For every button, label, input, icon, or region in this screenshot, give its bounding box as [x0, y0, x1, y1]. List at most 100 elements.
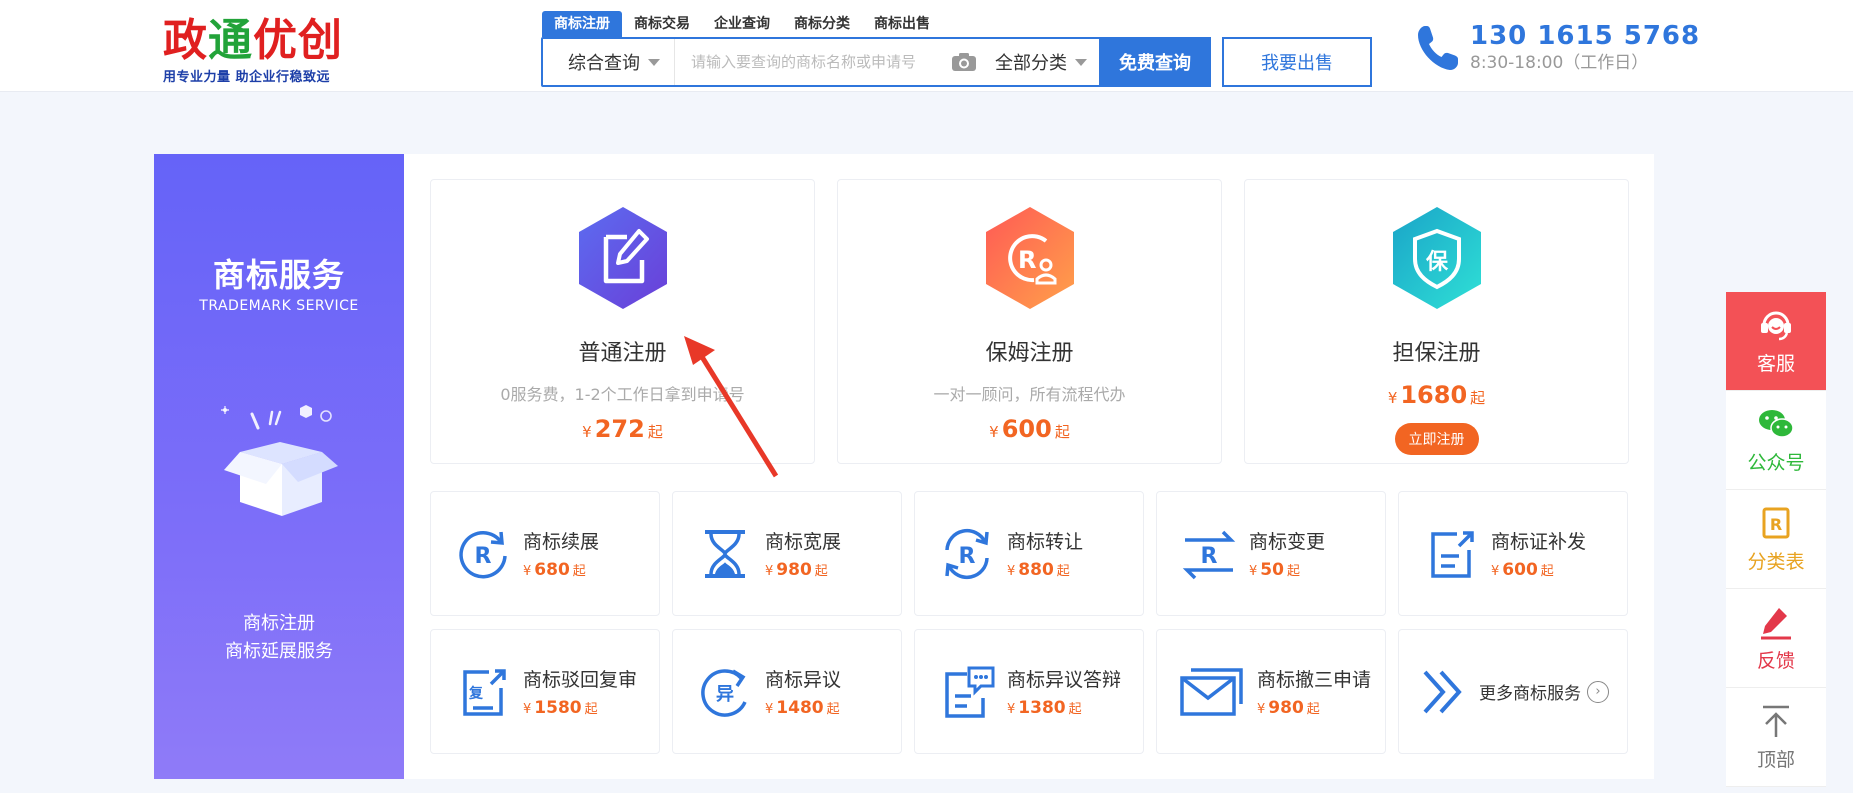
tile-text: 商标变更 ¥50 起: [1249, 527, 1325, 580]
transfer-r-icon: R: [945, 528, 989, 579]
customer-service-button[interactable]: 客服: [1726, 292, 1826, 391]
price-value: 1480: [776, 698, 824, 718]
card-title: 普通注册: [578, 341, 667, 366]
tile-text: 商标续展 ¥680 起: [523, 527, 599, 580]
feedback-button[interactable]: 反馈: [1726, 589, 1826, 688]
service-tile[interactable]: R 商标续展 ¥680 起: [430, 491, 660, 616]
more-services-tile[interactable]: 更多商标服务 ›: [1398, 629, 1628, 754]
service-tile[interactable]: 商标宽展 ¥980 起: [672, 491, 902, 616]
search-scope-select[interactable]: 综合查询: [543, 39, 675, 85]
chevron-down-icon: [1075, 58, 1087, 66]
search-scope-label: 综合查询: [568, 53, 640, 74]
phone-icon: [1418, 26, 1458, 70]
card-title: 保姆注册: [985, 341, 1074, 366]
shield-hexagon-icon: 保: [1392, 207, 1481, 309]
wechat-icon: [1759, 409, 1794, 438]
service-tile[interactable]: 商标证补发 ¥600 起: [1398, 491, 1628, 616]
svg-text:R: R: [475, 544, 492, 569]
pen-icon: [1761, 607, 1791, 639]
wechat-button[interactable]: 公众号: [1726, 391, 1826, 490]
panel-subtitle: TRADEMARK SERVICE: [199, 298, 359, 314]
chevron-down-icon: [648, 58, 660, 66]
search-input[interactable]: [675, 39, 951, 85]
objection-icon: 异: [701, 668, 747, 717]
yen-symbol: ¥: [1387, 389, 1398, 407]
tab-trademark-register[interactable]: 商标注册: [542, 11, 622, 37]
price-suffix: 起: [1540, 564, 1554, 579]
service-price: ¥680 起: [523, 560, 599, 580]
service-tile[interactable]: R 商标转让 ¥880 起: [914, 491, 1144, 616]
tile-text: 商标驳回复审 ¥1580 起: [523, 665, 637, 718]
service-name: 商标宽展: [765, 531, 842, 553]
service-name: 商标续展: [523, 531, 600, 553]
free-search-button[interactable]: 免费查询: [1099, 37, 1211, 87]
card-standard-register[interactable]: 普通注册 0服务费，1-2个工作日拿到申请号 ¥272 起: [430, 179, 815, 464]
tile-text: 商标宽展 ¥980 起: [765, 527, 841, 580]
feedback-label: 反馈: [1756, 649, 1795, 672]
price-suffix: 起: [647, 423, 663, 441]
service-price: ¥1480 起: [765, 698, 841, 718]
price-value: 880: [1018, 560, 1054, 580]
back-to-top-label: 顶部: [1756, 748, 1795, 771]
tab-trademark-sale[interactable]: 商标出售: [862, 11, 942, 37]
panel-desc-line-1: 商标注册: [243, 613, 315, 634]
yen-symbol: ¥: [523, 564, 532, 579]
more-services-label: 更多商标服务: [1479, 684, 1581, 704]
price-suffix: 起: [1056, 564, 1070, 579]
service-price: ¥880 起: [1007, 560, 1083, 580]
price-value: 1680: [1400, 381, 1468, 409]
hourglass-icon: [705, 529, 745, 578]
service-name: 商标变更: [1249, 531, 1326, 553]
service-tile[interactable]: 复 商标驳回复审 ¥1580 起: [430, 629, 660, 754]
card-price: ¥1680 起: [1245, 381, 1628, 409]
phone-number[interactable]: 130 1615 5768: [1470, 20, 1700, 52]
floating-sidebar: 客服 公众号 R 分类表 反馈 顶部: [1726, 292, 1826, 787]
service-name: 商标驳回复审: [523, 669, 638, 691]
yen-symbol: ¥: [765, 702, 774, 717]
service-price: ¥980 起: [1257, 698, 1371, 718]
category-select[interactable]: 全部分类: [995, 49, 1099, 75]
camera-icon[interactable]: [951, 52, 977, 72]
category-table-label: 分类表: [1747, 550, 1805, 573]
double-chevron-right-icon: [1423, 670, 1462, 713]
objection-icon-text: 异: [716, 684, 734, 705]
logo[interactable]: 政通优创 用专业力量 助企业行稳致远: [163, 18, 343, 86]
svg-text:R: R: [1201, 544, 1218, 569]
back-to-top-button[interactable]: 顶部: [1726, 688, 1826, 787]
price-value: 600: [1001, 415, 1052, 443]
category-table-button[interactable]: R 分类表: [1726, 490, 1826, 589]
card-title: 担保注册: [1392, 341, 1481, 366]
logo-char-3: 优创: [253, 15, 343, 66]
yen-symbol: ¥: [765, 564, 774, 579]
wechat-label: 公众号: [1747, 451, 1805, 474]
card-description: 一对一顾问，所有流程代办: [933, 385, 1126, 404]
tab-trademark-class[interactable]: 商标分类: [782, 11, 862, 37]
yen-symbol: ¥: [1257, 702, 1266, 717]
price-suffix: 起: [1068, 702, 1082, 717]
tile-text: 商标撤三申请 ¥980 起: [1257, 665, 1371, 718]
review-icon-text: 复: [468, 685, 484, 702]
price-value: 680: [534, 560, 570, 580]
tab-trademark-trade[interactable]: 商标交易: [622, 11, 702, 37]
service-tile[interactable]: 商标异议答辩 ¥1380 起: [914, 629, 1144, 754]
registered-hexagon-icon: R: [985, 207, 1074, 309]
yen-symbol: ¥: [523, 702, 532, 717]
yen-symbol: ¥: [582, 423, 592, 441]
review-icon: 复: [463, 668, 506, 716]
service-tile[interactable]: 商标撤三申请 ¥980 起: [1156, 629, 1386, 754]
service-tile[interactable]: R 商标变更 ¥50 起: [1156, 491, 1386, 616]
svg-text:R: R: [1770, 515, 1782, 534]
sell-button[interactable]: 我要出售: [1222, 37, 1372, 87]
svg-text:R: R: [959, 544, 976, 569]
edit-hexagon-icon: [578, 207, 667, 309]
logo-title: 政通优创: [163, 18, 343, 64]
price-suffix: 起: [826, 702, 840, 717]
more-services-link[interactable]: 更多商标服务 ›: [1479, 679, 1609, 704]
card-nanny-register[interactable]: R 保姆注册 一对一顾问，所有流程代办 ¥600 起: [837, 179, 1222, 464]
tile-text: 商标转让 ¥880 起: [1007, 527, 1083, 580]
tab-company-query[interactable]: 企业查询: [702, 11, 782, 37]
service-tile[interactable]: 异 商标异议 ¥1480 起: [672, 629, 902, 754]
tile-text: 商标证补发 ¥600 起: [1491, 527, 1586, 580]
card-guarantee-register[interactable]: 保 担保注册 ¥1680 起 立即注册: [1244, 179, 1629, 464]
register-now-button[interactable]: 立即注册: [1394, 423, 1479, 455]
